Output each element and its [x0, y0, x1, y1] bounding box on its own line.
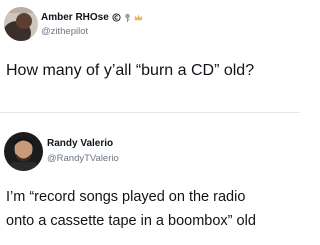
- username[interactable]: @zithepilot: [41, 26, 88, 37]
- crown-icon: [134, 14, 142, 21]
- tweet-text: I’m “record songs played on the radio on…: [6, 185, 256, 233]
- display-name[interactable]: Amber RHOse: [41, 12, 143, 23]
- tweet[interactable]: Randy Valerio @RandyTValerio I’m “record…: [0, 113, 300, 245]
- name-badges: [112, 13, 143, 22]
- avatar[interactable]: [4, 132, 43, 171]
- tweet-text-line: I’m “record songs played on the radio: [6, 189, 246, 205]
- rose-icon: [124, 13, 130, 22]
- tweet-text-line: onto a cassette tape in a boombox” old: [6, 213, 256, 229]
- tweet[interactable]: Amber RHOse @zithepilot How many of y’al…: [0, 0, 300, 112]
- copyright-icon: [112, 13, 121, 22]
- avatar[interactable]: [4, 7, 38, 41]
- display-name[interactable]: Randy Valerio: [47, 138, 113, 149]
- tweet-text-line: How many of y’all “burn a CD” old?: [6, 62, 255, 79]
- tweet-text: How many of y’all “burn a CD” old?: [6, 61, 254, 81]
- username[interactable]: @RandyTValerio: [47, 153, 119, 164]
